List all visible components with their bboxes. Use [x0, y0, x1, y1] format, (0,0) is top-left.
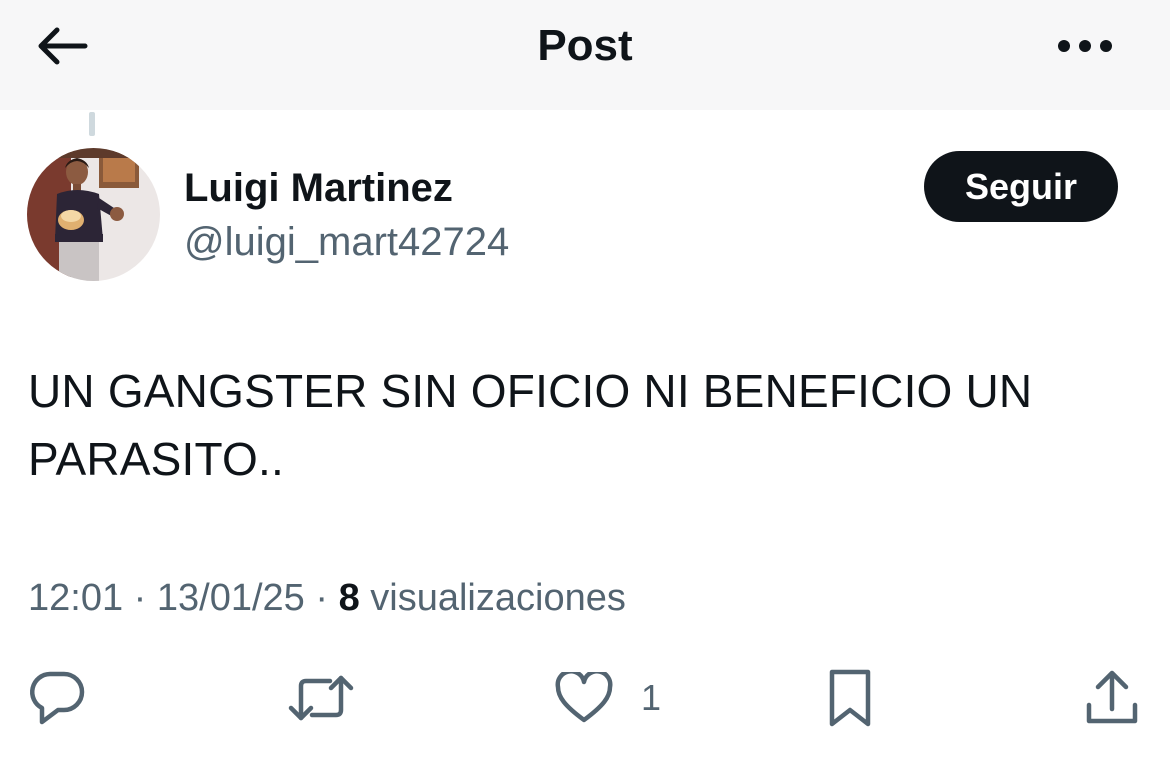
- views-label: visualizaciones: [370, 577, 626, 619]
- share-icon: [1086, 670, 1138, 724]
- bookmark-icon: [829, 669, 871, 727]
- thread-connector-line: [89, 112, 95, 136]
- repost-icon: [288, 675, 354, 721]
- reply-button[interactable]: [28, 666, 86, 730]
- meta-separator: ·: [133, 577, 147, 619]
- post-date[interactable]: 13/01/25: [157, 577, 305, 619]
- more-horizontal-icon: [1058, 40, 1112, 52]
- repost-button[interactable]: [288, 666, 354, 730]
- post-time[interactable]: 12:01: [28, 577, 123, 619]
- post-meta: 12:01 · 13/01/25 · 8 visualizaciones: [28, 574, 626, 622]
- more-options-button[interactable]: [1050, 18, 1120, 74]
- like-count: 1: [641, 677, 662, 718]
- like-button[interactable]: 1: [555, 666, 661, 730]
- heart-icon: [555, 672, 613, 723]
- author-handle[interactable]: @luigi_mart42724: [184, 218, 509, 266]
- author-display-name[interactable]: Luigi Martinez: [184, 164, 453, 212]
- top-bar: Post: [0, 0, 1170, 110]
- views-count: 8: [338, 577, 360, 619]
- follow-button[interactable]: Seguir: [924, 151, 1118, 222]
- page-title: Post: [537, 21, 633, 70]
- avatar-photo: [27, 148, 160, 281]
- meta-separator: ·: [315, 577, 329, 619]
- bookmark-button[interactable]: [826, 666, 874, 730]
- share-button[interactable]: [1084, 666, 1140, 730]
- avatar[interactable]: [27, 148, 160, 281]
- post-text: UN GANGSTER SIN OFICIO NI BENEFICIO UN P…: [28, 365, 1033, 485]
- reply-icon: [30, 671, 85, 725]
